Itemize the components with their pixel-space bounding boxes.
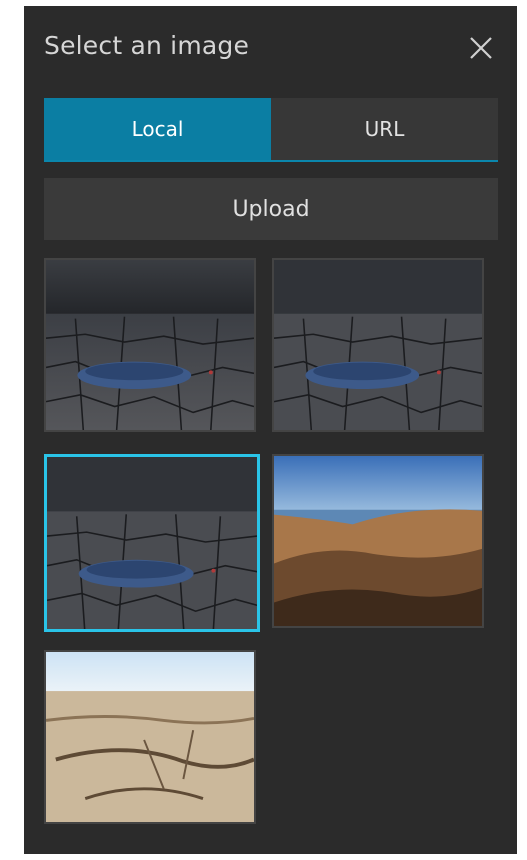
tab-local[interactable]: Local xyxy=(44,98,271,160)
image-thumbnail-boat-3-selected[interactable] xyxy=(44,454,260,632)
boat-image xyxy=(274,260,482,430)
boat-image xyxy=(46,260,254,430)
image-select-panel: Select an image Local URL Upload xyxy=(24,6,517,854)
close-icon[interactable] xyxy=(467,34,495,62)
shoreline-image xyxy=(274,456,482,626)
boat-image xyxy=(47,457,257,629)
upload-button[interactable]: Upload xyxy=(44,178,498,240)
dialog-title: Select an image xyxy=(44,31,250,60)
image-thumbnail-cracked-ground[interactable] xyxy=(44,650,256,824)
source-tabs: Local URL xyxy=(44,98,498,162)
image-thumbnail-shoreline[interactable] xyxy=(272,454,484,628)
tab-url[interactable]: URL xyxy=(271,98,498,160)
image-thumbnail-boat-2[interactable] xyxy=(272,258,484,432)
image-thumbnail-boat-1[interactable] xyxy=(44,258,256,432)
cracked-ground-image xyxy=(46,652,254,822)
